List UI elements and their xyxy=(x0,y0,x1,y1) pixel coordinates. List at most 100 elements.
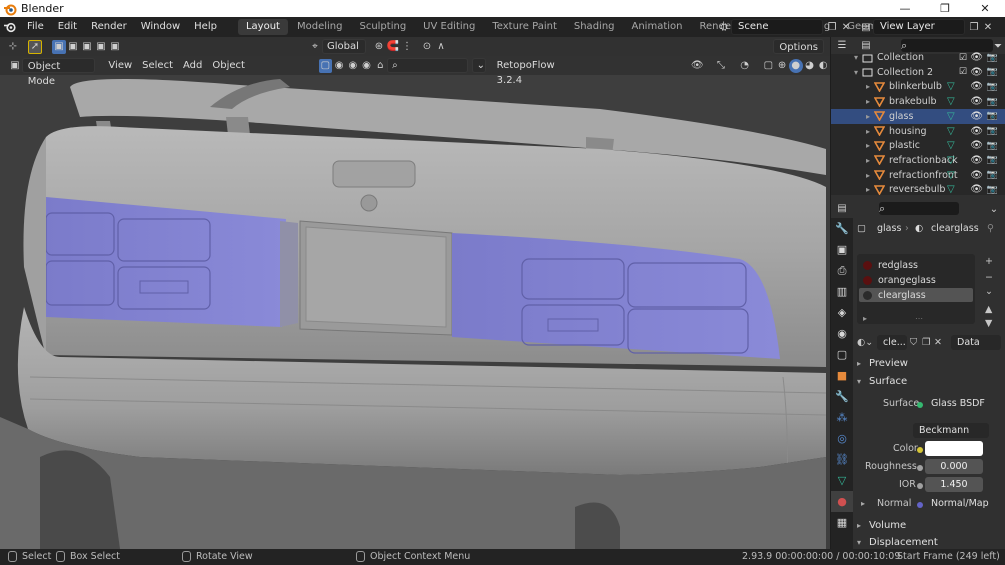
mesh-data-icon[interactable]: ▽ xyxy=(947,111,955,122)
material-slot[interactable]: redglass xyxy=(859,258,973,272)
render-tab-icon[interactable]: ▣ xyxy=(831,239,853,260)
new-material-icon[interactable]: ❐ xyxy=(922,337,931,348)
tab-texture-paint[interactable]: Texture Paint xyxy=(484,19,565,35)
menu-object[interactable]: Object xyxy=(207,58,250,73)
move-slot-down-icon[interactable]: ▼ xyxy=(985,318,992,329)
material-slot[interactable]: orangeglass xyxy=(859,273,973,287)
render-camera-icon[interactable]: 📷 xyxy=(987,126,998,136)
view-layer-icon[interactable]: ▤ xyxy=(859,20,873,34)
close-button[interactable]: ✕ xyxy=(965,0,1005,17)
outliner-row[interactable]: ▸ reversebulb ▽ 👁 📷 xyxy=(831,182,1005,197)
expand-arrow-icon[interactable]: ▸ xyxy=(863,141,873,150)
render-camera-icon[interactable]: 📷 xyxy=(987,97,998,107)
volume-expand-icon[interactable]: ▸ xyxy=(857,521,861,530)
expand-list-icon[interactable]: ▸ xyxy=(863,314,867,323)
visibility-icon[interactable]: 👁 xyxy=(690,59,704,73)
mesh-data-icon[interactable]: ▽ xyxy=(947,170,955,181)
expand-arrow-icon[interactable]: ▸ xyxy=(863,112,873,121)
data-tab-icon[interactable]: ▽ xyxy=(831,470,853,491)
options-button[interactable]: Options xyxy=(773,39,824,54)
select-box-mode-icon[interactable]: ▣ xyxy=(52,39,66,54)
render-camera-icon[interactable]: 📷 xyxy=(987,111,998,121)
menu-help[interactable]: Help xyxy=(187,17,224,37)
properties-editor-icon[interactable]: ▤ xyxy=(835,202,849,216)
mode-icon[interactable]: ▣ xyxy=(8,59,22,73)
expand-arrow-icon[interactable]: ▸ xyxy=(863,127,873,136)
remove-view-layer-icon[interactable]: ✕ xyxy=(981,20,995,34)
visibility-eye-icon[interactable]: 👁 xyxy=(970,81,983,92)
pivot-icon[interactable]: ⊛ xyxy=(372,40,386,54)
outliner-row[interactable]: ▸ housing ▽ 👁 📷 xyxy=(831,124,1005,139)
retopo-icon-5[interactable]: ⌂ xyxy=(373,59,387,73)
outliner-row[interactable]: ▸ brakebulb ▽ 👁 📷 xyxy=(831,94,1005,109)
maximize-button[interactable]: ❐ xyxy=(925,0,965,17)
select-tool-icon[interactable]: ➚ xyxy=(28,39,42,54)
material-slot[interactable]: clearglass xyxy=(859,288,973,302)
new-view-layer-icon[interactable]: ❐ xyxy=(967,20,981,34)
new-scene-icon[interactable]: ❐ xyxy=(825,20,839,34)
outliner-row[interactable]: ▸ glass ▽ 👁 📷 xyxy=(831,108,1005,124)
retopo-search-input[interactable]: ⌕ xyxy=(387,58,468,73)
retopo-icon-4[interactable]: ◉ xyxy=(360,59,374,73)
remove-scene-icon[interactable]: ✕ xyxy=(839,20,853,34)
unlink-material-icon[interactable]: ✕ xyxy=(934,337,942,348)
menu-add[interactable]: Add xyxy=(178,58,207,73)
visibility-eye-icon[interactable]: 👁 xyxy=(970,155,983,166)
surface-expand-icon[interactable]: ▾ xyxy=(857,377,861,386)
mesh-data-icon[interactable]: ▽ xyxy=(947,81,955,92)
preview-section[interactable]: Preview xyxy=(869,358,908,369)
overlay-icon[interactable]: ◔ xyxy=(738,59,752,73)
browse-material-icon[interactable]: ◐⌄ xyxy=(857,337,873,348)
volume-section[interactable]: Volume xyxy=(869,520,906,531)
constraints-tab-icon[interactable]: ⛓ xyxy=(831,449,853,470)
falloff-icon[interactable]: ∧ xyxy=(434,40,448,54)
render-camera-icon[interactable]: 📷 xyxy=(987,141,998,151)
render-camera-icon[interactable]: 📷 xyxy=(987,155,998,165)
scene-tab-icon[interactable]: ◈ xyxy=(831,302,853,323)
shading-rendered-icon[interactable]: ◐ xyxy=(816,59,830,73)
normal-map-field[interactable]: Normal/Map xyxy=(925,496,991,511)
menu-window[interactable]: Window xyxy=(134,17,187,37)
expand-arrow-icon[interactable]: ▸ xyxy=(863,97,873,106)
select-intersect-icon[interactable]: ▣ xyxy=(108,40,122,54)
tab-uv-editing[interactable]: UV Editing xyxy=(415,19,483,35)
ior-field[interactable]: 1.450 xyxy=(925,477,983,492)
retopo-icon-1[interactable]: ▢ xyxy=(318,58,333,73)
mesh-data-icon[interactable]: ▽ xyxy=(947,184,955,195)
transform-orientation-dropdown[interactable]: Global xyxy=(322,39,366,54)
visibility-eye-icon[interactable]: 👁 xyxy=(970,126,983,137)
menu-file[interactable]: File xyxy=(20,17,51,37)
minimize-button[interactable]: — xyxy=(885,0,925,17)
mesh-data-icon[interactable]: ▽ xyxy=(947,140,955,151)
roughness-field[interactable]: 0.000 xyxy=(925,459,983,474)
scene-icon[interactable]: ⛭ xyxy=(717,20,731,34)
exclude-checkbox[interactable]: ☑ xyxy=(959,67,967,77)
shading-solid-icon[interactable]: ● xyxy=(788,58,803,73)
outliner-row[interactable]: ▸ blinkerbulb ▽ 👁 📷 xyxy=(831,79,1005,94)
tab-layout[interactable]: Layout xyxy=(237,19,288,35)
exclude-checkbox[interactable]: ☑ xyxy=(959,53,967,63)
visibility-eye-icon[interactable]: 👁 xyxy=(970,67,983,78)
collection-tab-icon[interactable]: ▢ xyxy=(831,344,853,365)
modifiers-tab-icon[interactable]: 🔧 xyxy=(831,386,853,407)
shading-material-icon[interactable]: ◕ xyxy=(803,59,817,73)
normal-expand-icon[interactable]: ▸ xyxy=(861,499,865,508)
visibility-eye-icon[interactable]: 👁 xyxy=(970,170,983,181)
retopo-icon-3[interactable]: ◉ xyxy=(346,59,360,73)
view-layer-field[interactable]: View Layer xyxy=(873,19,965,35)
retopoflow-dropdown[interactable]: RetopoFlow 3.2.4 xyxy=(492,58,587,86)
visibility-eye-icon[interactable]: 👁 xyxy=(970,140,983,151)
tool-tab-icon[interactable]: 🔧 xyxy=(831,218,853,239)
scene-field[interactable]: Scene xyxy=(731,19,823,35)
xray-icon[interactable]: ▢ xyxy=(761,59,775,73)
distribution-dropdown[interactable]: Beckmann xyxy=(913,423,989,438)
object-tab-icon[interactable]: ■ xyxy=(831,365,853,386)
blender-menu-icon[interactable] xyxy=(0,18,20,36)
editor-type-icon[interactable]: ⊹ xyxy=(6,40,20,54)
gizmo-icon[interactable]: ⤡ xyxy=(714,59,728,73)
particles-tab-icon[interactable]: ⁂ xyxy=(831,407,853,428)
render-camera-icon[interactable]: 📷 xyxy=(987,53,998,63)
shading-wireframe-icon[interactable]: ⊕ xyxy=(775,59,789,73)
mesh-data-icon[interactable]: ▽ xyxy=(947,155,955,166)
select-subtract-icon[interactable]: ▣ xyxy=(80,40,94,54)
